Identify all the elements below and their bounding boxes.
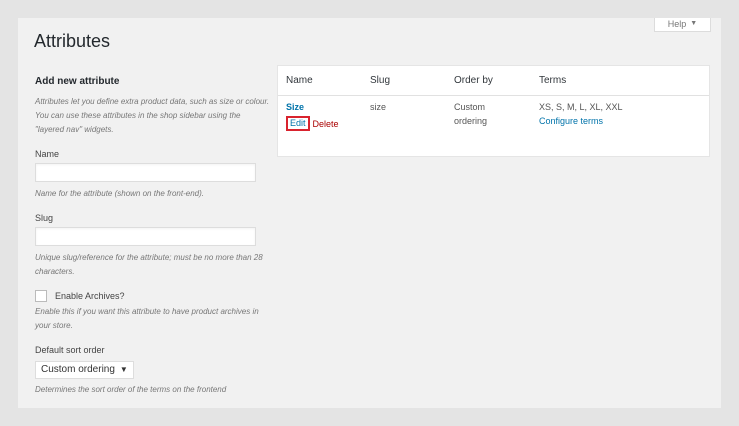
slug-label: Slug <box>35 213 54 223</box>
configure-terms-link[interactable]: Configure terms <box>539 114 623 128</box>
order-by-line2: ordering <box>454 116 488 126</box>
delete-link[interactable]: Delete <box>313 119 339 129</box>
archives-help: Enable this if you want this attribute t… <box>35 307 259 330</box>
slug-field[interactable] <box>35 227 256 246</box>
slug-help: Unique slug/reference for the attribute;… <box>35 253 263 276</box>
name-help: Name for the attribute (shown on the fro… <box>35 189 204 198</box>
name-cell: Size Edit Delete <box>286 102 339 131</box>
terms-list: XS, S, M, L, XL, XXL <box>539 102 623 112</box>
help-label: Help <box>667 18 687 29</box>
terms-cell: XS, S, M, L, XL, XXL Configure terms <box>539 100 623 128</box>
caret-down-icon: ▼ <box>690 20 698 27</box>
order-by-cell: Custom ordering <box>454 100 487 128</box>
column-header-name[interactable]: Name <box>286 75 313 86</box>
order-by-line1: Custom <box>454 102 486 112</box>
edit-link[interactable]: Edit <box>286 116 310 131</box>
column-header-slug[interactable]: Slug <box>370 75 390 86</box>
help-tab[interactable]: Help ▼ <box>654 18 711 32</box>
sort-order-select[interactable]: Custom ordering ▼ <box>35 360 134 379</box>
slug-cell: size <box>370 102 387 112</box>
sort-help: Determines the sort order of the terms o… <box>35 384 227 394</box>
form-description: Attributes let you define extra product … <box>35 97 270 134</box>
row-actions: Edit Delete <box>286 116 339 131</box>
name-label: Name <box>35 149 60 159</box>
column-header-order-by[interactable]: Order by <box>454 75 493 86</box>
sort-label: Default sort order <box>35 345 105 355</box>
name-field[interactable] <box>35 163 256 182</box>
table-header: Name Slug Order by Terms <box>278 66 709 96</box>
column-header-terms[interactable]: Terms <box>539 75 566 86</box>
attributes-table: Name Slug Order by Terms Size Edit Delet… <box>277 65 710 157</box>
add-attribute-form: Add new attribute Attributes let you def… <box>35 76 270 397</box>
admin-screen: Help ▼ Attributes Add new attribute Attr… <box>18 18 721 408</box>
table-row: Size Edit Delete size Custom ordering XS… <box>278 96 709 156</box>
archives-label: Enable Archives? <box>55 291 125 301</box>
archives-row: Enable Archives? <box>35 290 270 302</box>
page-title: Attributes <box>34 31 111 51</box>
form-heading: Add new attribute <box>35 76 120 87</box>
chevron-down-icon: ▼ <box>119 365 128 374</box>
archives-checkbox[interactable] <box>35 290 47 302</box>
sort-order-value: Custom ordering <box>41 364 115 375</box>
attribute-name-link[interactable]: Size <box>286 102 339 112</box>
